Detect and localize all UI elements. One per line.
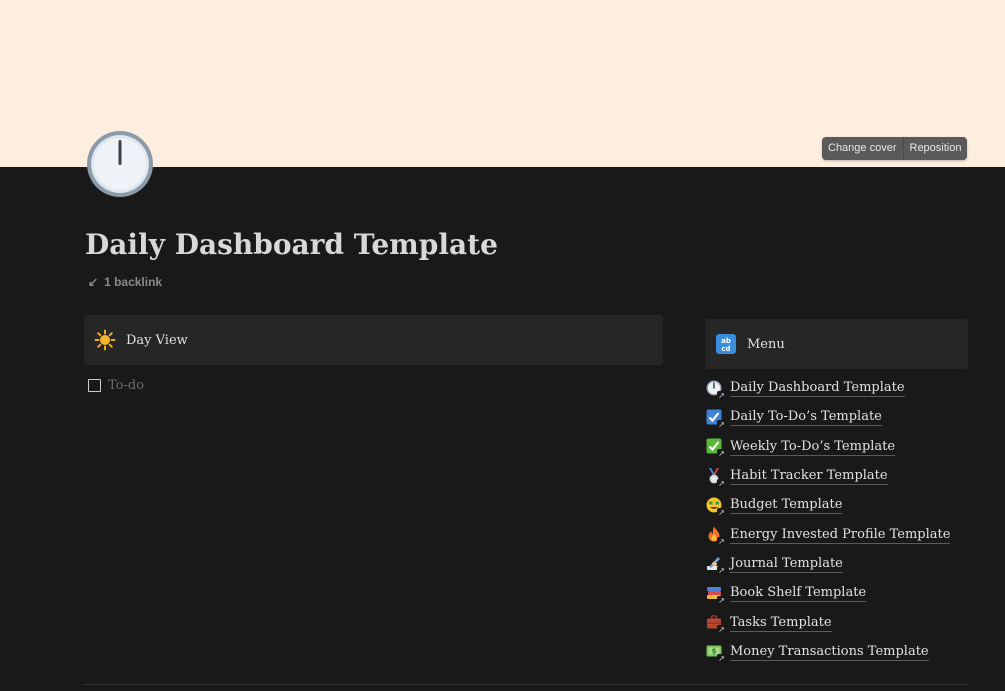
day-view-callout[interactable]: Day View — [84, 315, 663, 365]
briefcase-icon: ↗ — [706, 614, 726, 635]
link-arrow-icon: ↗ — [717, 419, 726, 429]
arrow-down-left-icon: ↙ — [88, 275, 99, 289]
clock-icon[interactable] — [86, 130, 156, 200]
menu-label: Menu — [747, 336, 785, 352]
menu-item-journal[interactable]: ↗ Journal Template — [706, 550, 968, 579]
menu-item-money-transactions[interactable]: $ ↗ Money Transactions Template — [706, 638, 968, 667]
menu-item-weekly-todos[interactable]: ↗ Weekly To-Do’s Template — [706, 433, 968, 462]
menu-item-daily-todos[interactable]: ↗ Daily To-Do’s Template — [706, 403, 968, 432]
link-arrow-icon: ↗ — [717, 566, 726, 576]
abcd-icon: ab cd — [715, 333, 737, 355]
link-arrow-icon: ↗ — [717, 537, 726, 547]
link-arrow-icon: ↗ — [717, 478, 726, 488]
menu-item-habit-tracker[interactable]: ↗ Habit Tracker Template — [706, 462, 968, 491]
check-mark-button-icon: ↗ — [706, 438, 726, 459]
link-arrow-icon: ↗ — [717, 390, 726, 400]
svg-text:ab: ab — [721, 337, 731, 345]
reposition-button[interactable]: Reposition — [902, 137, 968, 160]
change-cover-button[interactable]: Change cover — [822, 137, 903, 160]
menu-links: ↗ Daily Dashboard Template ↗ Daily To-Do… — [706, 374, 968, 667]
books-icon: ↗ — [706, 585, 726, 605]
backlinks-button[interactable]: ↙ 1 backlink — [88, 275, 162, 289]
check-box-icon: ↗ — [706, 409, 726, 429]
svg-text:cd: cd — [721, 345, 730, 353]
menu-item-daily-dashboard[interactable]: ↗ Daily Dashboard Template — [706, 374, 968, 403]
menu-item-energy-invested[interactable]: ↗ Energy Invested Profile Template — [706, 520, 968, 549]
menu-item-tasks[interactable]: ↗ Tasks Template — [706, 608, 968, 637]
link-arrow-icon: ↗ — [717, 654, 726, 664]
divider — [84, 684, 968, 685]
cover-controls: Change cover Reposition — [822, 137, 968, 160]
fire-icon: ↗ — [706, 526, 726, 547]
menu-item-book-shelf[interactable]: ↗ Book Shelf Template — [706, 579, 968, 608]
link-arrow-icon: ↗ — [717, 507, 726, 517]
link-arrow-icon: ↗ — [717, 449, 726, 459]
writing-hand-icon: ↗ — [706, 555, 726, 576]
link-arrow-icon: ↗ — [717, 595, 726, 605]
medal-icon: ↗ — [706, 467, 726, 488]
menu-item-budget[interactable]: ↗ Budget Template — [706, 491, 968, 520]
todo-text[interactable]: To-do — [108, 378, 144, 393]
todo-item: To-do — [88, 378, 144, 393]
todo-checkbox[interactable] — [88, 379, 101, 392]
backlinks-label: 1 backlink — [104, 275, 163, 289]
dollar-bill-icon: $ ↗ — [706, 643, 726, 664]
menu-callout[interactable]: ab cd Menu — [705, 319, 968, 369]
page-title[interactable]: Daily Dashboard Template — [85, 228, 498, 261]
link-arrow-icon: ↗ — [717, 625, 726, 635]
clock-icon: ↗ — [706, 380, 726, 400]
svg-text:$: $ — [712, 648, 717, 656]
money-face-icon: ↗ — [706, 497, 726, 517]
sun-icon — [94, 329, 116, 351]
day-view-label: Day View — [126, 332, 188, 348]
